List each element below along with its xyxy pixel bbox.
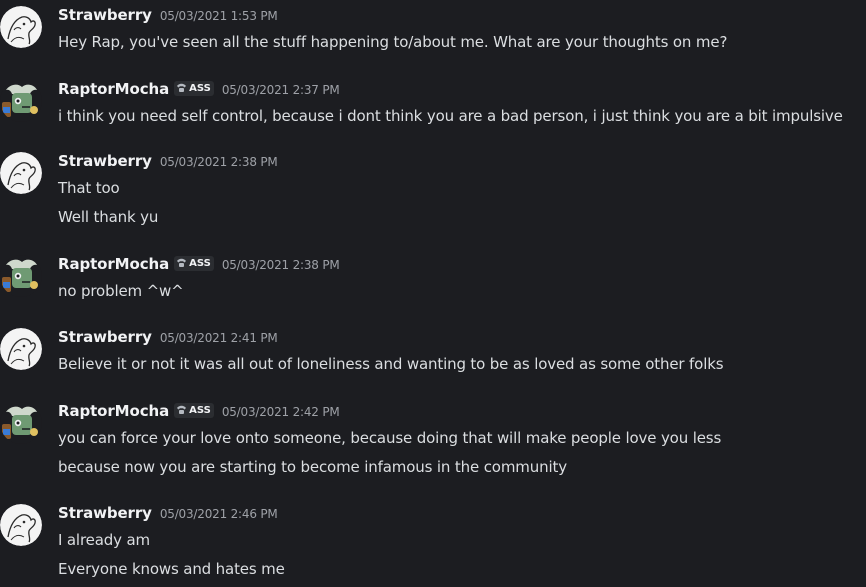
- timestamp[interactable]: 05/03/2021 1:53 PM: [160, 9, 278, 23]
- message-header: Strawberry 05/03/2021 1:53 PM: [58, 6, 278, 28]
- message-list: Strawberry 05/03/2021 1:53 PM Hey Rap, y…: [0, 0, 866, 587]
- message-text: no problem ^w^: [58, 282, 184, 300]
- username[interactable]: RaptorMocha: [58, 80, 169, 98]
- timestamp[interactable]: 05/03/2021 2:38 PM: [222, 258, 340, 272]
- message-text: I already am: [58, 531, 150, 549]
- username[interactable]: Strawberry: [58, 152, 152, 170]
- message-header: Strawberry 05/03/2021 2:41 PM: [58, 328, 278, 350]
- phone-icon: [176, 405, 187, 415]
- message-text: Well thank yu: [58, 208, 159, 226]
- raptormocha-avatar[interactable]: [0, 255, 42, 297]
- strawberry-avatar[interactable]: [0, 504, 42, 546]
- message-text: you can force your love onto someone, be…: [58, 429, 722, 447]
- phone-icon: [176, 258, 187, 268]
- tag-label: ASS: [189, 257, 211, 269]
- role-tag[interactable]: ASS: [174, 255, 214, 271]
- username[interactable]: RaptorMocha: [58, 402, 169, 420]
- message-header: RaptorMocha ASS 05/03/2021 2:38 PM: [58, 255, 340, 277]
- role-tag[interactable]: ASS: [174, 402, 214, 418]
- message-text: because now you are starting to become i…: [58, 458, 567, 476]
- role-tag[interactable]: ASS: [174, 80, 214, 96]
- username[interactable]: Strawberry: [58, 6, 152, 24]
- username[interactable]: Strawberry: [58, 504, 152, 522]
- timestamp[interactable]: 05/03/2021 2:37 PM: [222, 83, 340, 97]
- message-text: Believe it or not it was all out of lone…: [58, 355, 724, 373]
- username[interactable]: Strawberry: [58, 328, 152, 346]
- strawberry-avatar[interactable]: [0, 6, 42, 48]
- tag-label: ASS: [189, 82, 211, 94]
- message-header: RaptorMocha ASS 05/03/2021 2:42 PM: [58, 402, 340, 424]
- timestamp[interactable]: 05/03/2021 2:41 PM: [160, 331, 278, 345]
- strawberry-avatar[interactable]: [0, 152, 42, 194]
- username[interactable]: RaptorMocha: [58, 255, 169, 273]
- message-text: i think you need self control, because i…: [58, 107, 843, 125]
- tag-label: ASS: [189, 404, 211, 416]
- timestamp[interactable]: 05/03/2021 2:42 PM: [222, 405, 340, 419]
- message-text: That too: [58, 179, 120, 197]
- timestamp[interactable]: 05/03/2021 2:38 PM: [160, 155, 278, 169]
- raptormocha-avatar[interactable]: [0, 80, 42, 122]
- message-header: Strawberry 05/03/2021 2:46 PM: [58, 504, 278, 526]
- message-text: Hey Rap, you've seen all the stuff happe…: [58, 33, 728, 51]
- message-header: Strawberry 05/03/2021 2:38 PM: [58, 152, 278, 174]
- timestamp[interactable]: 05/03/2021 2:46 PM: [160, 507, 278, 521]
- message-header: RaptorMocha ASS 05/03/2021 2:37 PM: [58, 80, 340, 102]
- phone-icon: [176, 83, 187, 93]
- strawberry-avatar[interactable]: [0, 328, 42, 370]
- message-text: Everyone knows and hates me: [58, 560, 285, 578]
- raptormocha-avatar[interactable]: [0, 402, 42, 444]
